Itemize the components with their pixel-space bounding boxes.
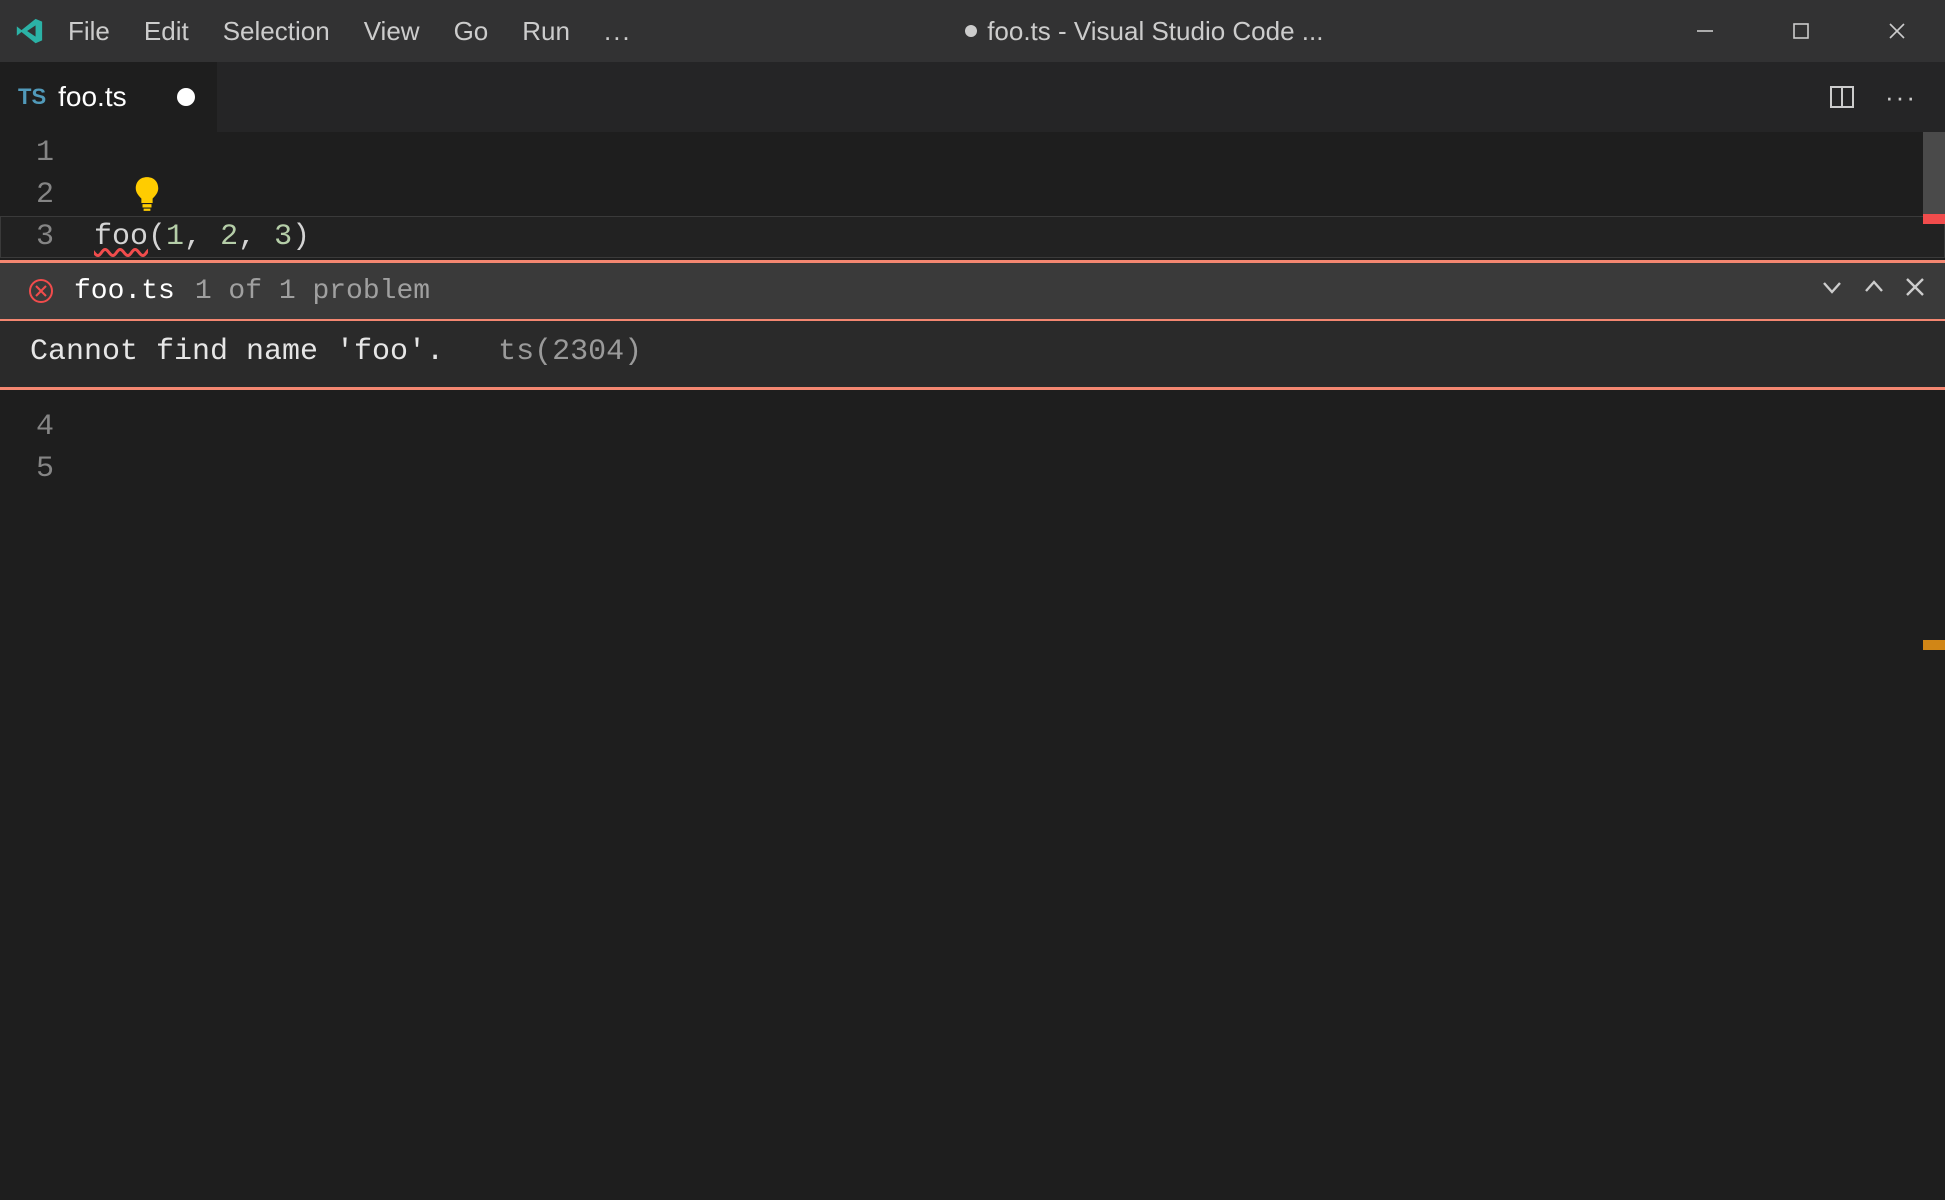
editor-line[interactable]: 1: [0, 132, 1945, 174]
next-problem-button[interactable]: [1819, 274, 1845, 309]
close-button[interactable]: [1849, 0, 1945, 62]
scrollbar-track[interactable]: [1923, 132, 1945, 1200]
typescript-file-icon: TS: [18, 84, 46, 110]
editor-tab[interactable]: TS foo.ts: [0, 62, 217, 132]
menu-view[interactable]: View: [364, 16, 420, 47]
maximize-button[interactable]: [1753, 0, 1849, 62]
line-number: 2: [0, 174, 94, 216]
tab-filename: foo.ts: [58, 81, 126, 113]
window-title-text: foo.ts - Visual Studio Code ...: [987, 16, 1323, 46]
dirty-indicator-icon: [965, 25, 977, 37]
window-controls: [1657, 0, 1945, 62]
error-code: ts(2304): [498, 335, 642, 369]
menu-run[interactable]: Run: [522, 16, 570, 47]
tab-bar: TS foo.ts ···: [0, 62, 1945, 132]
peek-header: foo.ts 1 of 1 problem: [0, 263, 1945, 319]
menu-file[interactable]: File: [68, 16, 110, 47]
split-editor-icon[interactable]: [1827, 82, 1857, 112]
line-content[interactable]: foo(1, 2, 3): [94, 216, 310, 258]
problems-peek-view: foo.ts 1 of 1 problem Cannot find name '…: [0, 260, 1945, 390]
editor-actions: ···: [1799, 62, 1945, 132]
peek-filename: foo.ts: [74, 276, 175, 307]
error-message: Cannot find name 'foo'.: [30, 335, 444, 369]
editor-line[interactable]: 2: [0, 174, 1945, 216]
scrollbar-thumb[interactable]: [1923, 132, 1945, 216]
previous-problem-button[interactable]: [1861, 274, 1887, 309]
menu-go[interactable]: Go: [454, 16, 489, 47]
lightbulb-icon[interactable]: [133, 176, 161, 212]
menu-bar: File Edit Selection View Go Run ...: [68, 16, 632, 47]
editor-line[interactable]: 3 foo(1, 2, 3): [0, 216, 1945, 258]
tab-dirty-indicator-icon: [177, 88, 195, 106]
line-number: 4: [0, 406, 94, 448]
error-icon: [28, 278, 54, 304]
line-number: 5: [0, 448, 94, 490]
peek-body: Cannot find name 'foo'. ts(2304): [0, 319, 1945, 387]
more-actions-icon[interactable]: ···: [1885, 82, 1917, 113]
overview-ruler-error-icon[interactable]: [1923, 214, 1945, 224]
menu-selection[interactable]: Selection: [223, 16, 330, 47]
minimize-button[interactable]: [1657, 0, 1753, 62]
editor-line[interactable]: 4: [0, 406, 1945, 448]
code-editor[interactable]: 1 2 3 foo(1, 2, 3) foo.ts 1 of 1 problem: [0, 132, 1945, 490]
title-bar: File Edit Selection View Go Run ... foo.…: [0, 0, 1945, 62]
vscode-logo-icon: [14, 16, 44, 46]
identifier-with-error[interactable]: foo: [94, 220, 148, 254]
window-title: foo.ts - Visual Studio Code ...: [632, 16, 1657, 47]
overview-ruler-highlight-icon[interactable]: [1923, 640, 1945, 650]
menu-overflow[interactable]: ...: [604, 16, 632, 47]
editor-line[interactable]: 5: [0, 448, 1945, 490]
line-number: 3: [0, 216, 94, 258]
peek-problem-counter: 1 of 1 problem: [195, 276, 430, 307]
line-number: 1: [0, 132, 94, 174]
menu-edit[interactable]: Edit: [144, 16, 189, 47]
